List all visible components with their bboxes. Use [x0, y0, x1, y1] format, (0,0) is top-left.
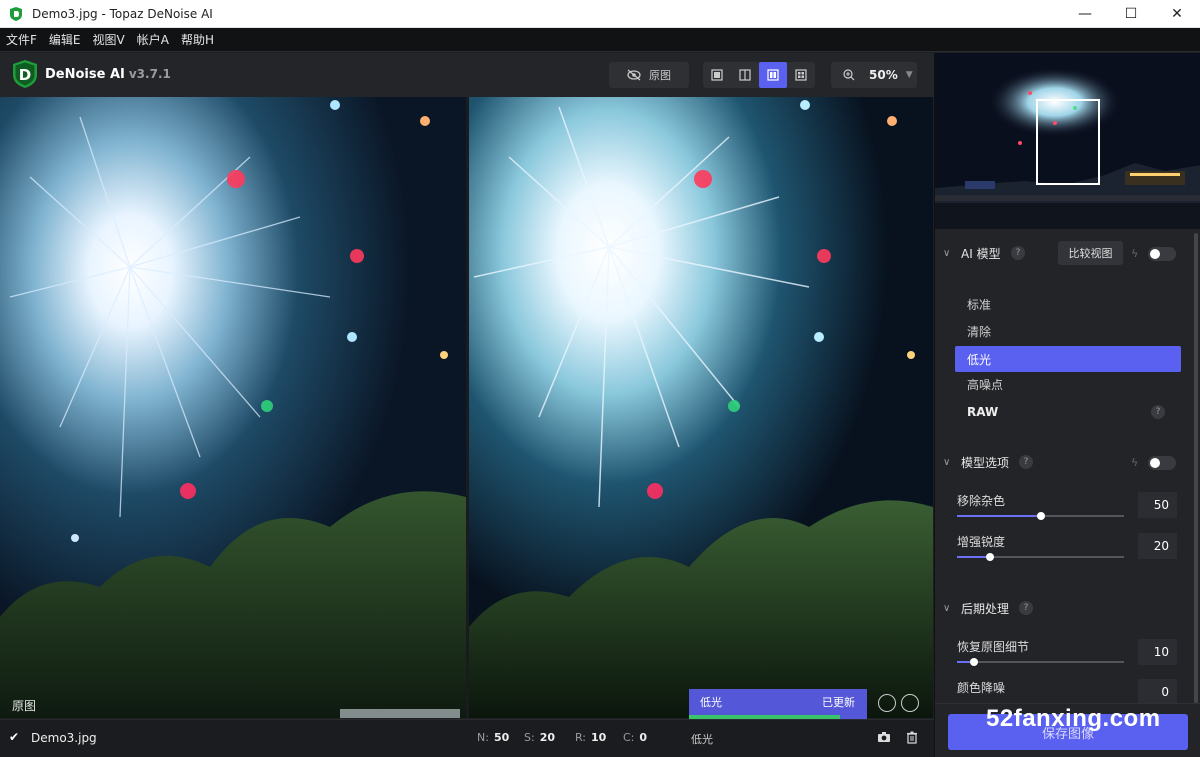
auto-options-toggle[interactable] [1148, 456, 1176, 470]
ai-model-title: AI 模型 [961, 246, 1001, 261]
remove-noise-slider[interactable] [957, 512, 1124, 520]
slider-handle[interactable] [969, 658, 978, 666]
model-item-severe-noise[interactable]: 高噪点 [955, 371, 1181, 397]
help-icon[interactable]: ? [1019, 601, 1033, 615]
status-state: 已更新 [822, 696, 855, 709]
stat-color: C: 0 [623, 731, 648, 744]
file-status-bar: ✔ Demo3.jpg N: 50 S: 20 R: 10 C: 0 低光 [0, 719, 934, 757]
app-logo: D DeNoise AI v3.7.1 [10, 59, 171, 89]
color-noise-value[interactable]: 0 [1138, 679, 1177, 705]
stat-sharpen: S: 20 [524, 731, 556, 744]
checkmark-icon[interactable]: ✔ [9, 730, 19, 744]
quad-view-icon [795, 69, 807, 81]
title-bar: Demo3.jpg - Topaz DeNoise AI — ☐ ✕ [0, 0, 1200, 28]
maximize-button[interactable]: ☐ [1108, 0, 1154, 28]
neutral-face-icon[interactable] [901, 694, 919, 712]
zoom-control[interactable]: 50% ▼ [831, 62, 917, 88]
split-view-icon [739, 69, 751, 81]
view-split-button[interactable] [731, 62, 759, 88]
chevron-down-icon: ∨ [943, 247, 951, 259]
remove-noise-label: 移除杂色 [957, 494, 1006, 508]
status-model: 低光 [700, 696, 722, 709]
stat-recover: R: 10 [575, 731, 607, 744]
chevron-down-icon: ∨ [943, 456, 951, 468]
lightning-icon: ϟ [1131, 456, 1139, 469]
app-icon [10, 6, 22, 21]
eye-off-icon [627, 69, 641, 81]
zoom-in-icon [843, 69, 855, 81]
model-item-raw[interactable]: RAW [955, 399, 1181, 425]
view-mode-group [703, 62, 815, 88]
recover-detail-label: 恢复原图细节 [957, 640, 1030, 654]
chevron-down-icon: ∨ [943, 602, 951, 614]
enhance-sharpness-label: 增强锐度 [957, 535, 1006, 549]
bottom-model-name: 低光 [691, 733, 713, 746]
raw-help-icon[interactable]: ? [1151, 405, 1165, 419]
zoom-value: 50% [869, 68, 898, 82]
menu-file[interactable]: 文件F [6, 31, 37, 48]
post-processing-title: 后期处理 [961, 601, 1010, 616]
logo-letter: D [19, 66, 31, 84]
compare-view-button[interactable]: 比较视图 [1058, 241, 1123, 265]
sidebar-scrollbar[interactable] [1194, 233, 1198, 703]
app-name: DeNoise AI [45, 66, 125, 82]
window-title: Demo3.jpg - Topaz DeNoise AI [32, 6, 213, 21]
stat-noise: N: 50 [477, 731, 510, 744]
site-watermark: 52fanxing.com [986, 705, 1161, 732]
model-item-clear[interactable]: 清除 [955, 318, 1181, 344]
recover-detail-slider[interactable] [957, 658, 1124, 666]
lightning-icon: ϟ [1131, 247, 1139, 260]
app-version: v3.7.1 [128, 67, 171, 81]
navigator-preview[interactable] [935, 53, 1200, 229]
file-name[interactable]: Demo3.jpg [31, 731, 97, 745]
single-view-icon [711, 69, 723, 81]
slider-handle[interactable] [986, 553, 995, 561]
view-side-by-side-button[interactable] [759, 62, 787, 88]
menu-help[interactable]: 帮助H [181, 31, 214, 48]
menu-edit[interactable]: 编辑E [49, 31, 81, 48]
show-original-button[interactable]: 原图 [609, 62, 689, 88]
help-icon[interactable]: ? [1011, 246, 1025, 260]
side-by-side-icon [767, 69, 779, 81]
original-pane-label: 原图 [12, 699, 37, 713]
enhance-sharpness-slider[interactable] [957, 553, 1124, 561]
happy-face-icon[interactable] [878, 694, 896, 712]
remove-noise-value[interactable]: 50 [1138, 492, 1177, 518]
denoised-photo [469, 97, 933, 718]
slider-fill [957, 515, 1041, 517]
main-toolbar: D DeNoise AI v3.7.1 原图 50% ▼ [0, 53, 934, 97]
auto-model-toggle[interactable] [1148, 247, 1176, 261]
show-original-label: 原图 [649, 69, 671, 82]
minimize-button[interactable]: — [1062, 0, 1108, 28]
denoise-logo-icon: D [13, 60, 37, 88]
menu-view[interactable]: 视图V [93, 31, 125, 48]
post-processing-section-header[interactable]: ∨ 后期处理 ? [935, 596, 1185, 620]
recover-detail-value[interactable]: 10 [1138, 639, 1177, 665]
navigator-viewport-box[interactable] [1036, 99, 1100, 185]
camera-icon[interactable] [877, 731, 891, 743]
color-noise-label: 颜色降噪 [957, 681, 1006, 695]
help-icon[interactable]: ? [1019, 455, 1033, 469]
original-photo [0, 97, 466, 718]
settings-sidebar: ∨ AI 模型 ? 比较视图 ϟ 标准 清除 低光 高噪点 RAW ? ∨ 模型… [934, 53, 1200, 757]
model-item-standard[interactable]: 标准 [955, 291, 1181, 317]
close-button[interactable]: ✕ [1154, 0, 1200, 28]
view-quad-button[interactable] [787, 62, 815, 88]
menu-account[interactable]: 帐户A [137, 31, 169, 48]
trash-icon[interactable] [906, 731, 918, 744]
menu-bar: 文件F 编辑E 视图V 帐户A 帮助H [0, 28, 1200, 52]
slider-fill [957, 556, 991, 558]
enhance-sharpness-value[interactable]: 20 [1138, 533, 1177, 559]
chevron-down-icon: ▼ [905, 70, 913, 80]
slider-handle[interactable] [1036, 512, 1045, 520]
model-item-low-light[interactable]: 低光 [955, 346, 1181, 372]
model-options-title: 模型选项 [961, 455, 1010, 470]
view-single-button[interactable] [703, 62, 731, 88]
original-image-pane[interactable] [0, 97, 466, 718]
processing-status: 低光 已更新 [689, 689, 867, 719]
preview-image-pane[interactable] [469, 97, 933, 718]
